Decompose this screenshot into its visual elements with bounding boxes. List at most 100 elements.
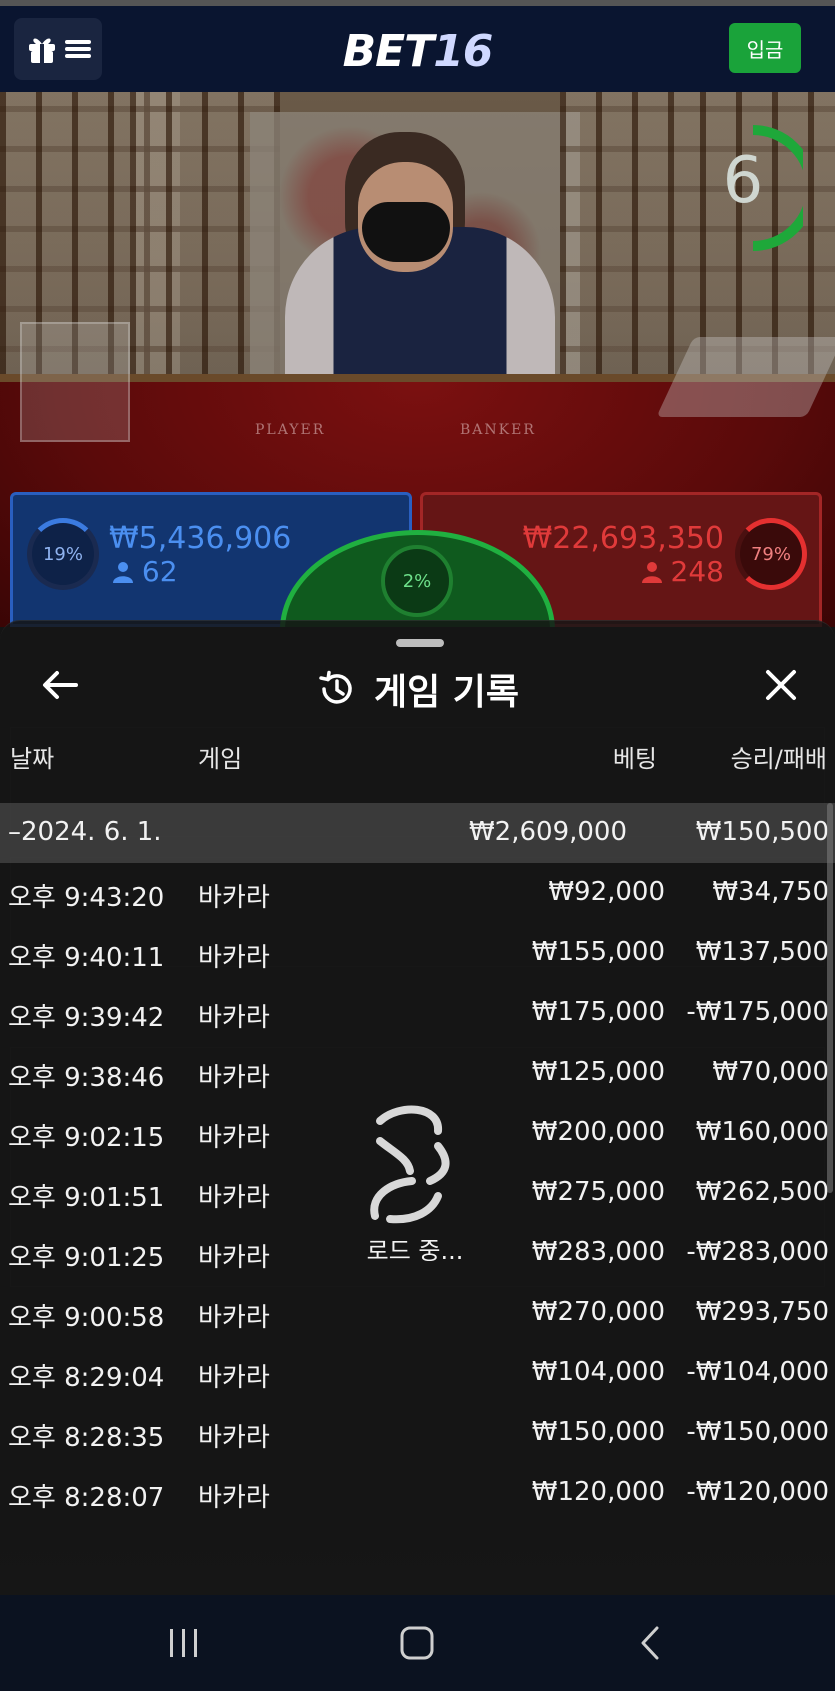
row-game: 바카라: [198, 1003, 270, 1033]
banker-count-value: 248: [670, 555, 724, 588]
row-bet: ₩275,000: [531, 1177, 665, 1207]
row-bet: ₩283,000: [531, 1237, 665, 1267]
row-bet: ₩270,000: [531, 1297, 665, 1327]
table-player-text: PLAYER: [255, 422, 326, 438]
row-result: ₩262,500: [695, 1177, 829, 1207]
banker-amount: ₩22,693,350: [522, 521, 724, 556]
table-row[interactable]: 오후 8:28:07 바카라 ₩120,000 -₩120,000: [0, 1463, 835, 1523]
row-result: ₩137,500: [695, 937, 829, 967]
system-nav-bar: [0, 1595, 835, 1691]
column-bet: 베팅: [612, 745, 657, 773]
row-time: 오후 9:01:25: [8, 1243, 165, 1273]
history-icon: [319, 670, 352, 704]
row-game: 바카라: [198, 1243, 270, 1273]
row-result: -₩283,000: [686, 1237, 829, 1267]
table-row[interactable]: 오후 9:00:58 바카라 ₩270,000 ₩293,750: [0, 1283, 835, 1343]
row-time: 오후 9:40:11: [8, 943, 165, 973]
home-button[interactable]: [387, 1621, 447, 1665]
table-row[interactable]: 오후 8:28:35 바카라 ₩150,000 -₩150,000: [0, 1403, 835, 1463]
recents-button[interactable]: [154, 1621, 214, 1665]
top-app-bar: BET16 입금: [0, 0, 835, 92]
row-bet: ₩200,000: [531, 1117, 665, 1147]
row-time: 오후 9:00:58: [8, 1303, 165, 1333]
player-percent: 19%: [27, 518, 99, 590]
row-bet: ₩104,000: [531, 1357, 665, 1387]
row-result: -₩104,000: [686, 1357, 829, 1387]
summary-bet: ₩2,609,000: [468, 817, 627, 847]
row-result: ₩34,750: [712, 877, 829, 907]
brand-logo[interactable]: BET16: [0, 26, 835, 77]
row-time: 오후 9:02:15: [8, 1123, 165, 1153]
row-result: -₩175,000: [686, 997, 829, 1027]
loading-text: 로드 중...: [366, 1237, 464, 1265]
row-bet: ₩175,000: [531, 997, 665, 1027]
player-amount: ₩5,436,906: [109, 521, 292, 556]
game-history-sheet: 게임 기록 날짜 게임 베팅 승리/패배 –2024. 6. 1. ₩2,609…: [0, 620, 835, 1595]
history-scrollbar[interactable]: [827, 803, 833, 1193]
row-time: 오후 8:28:35: [8, 1423, 165, 1453]
row-bet: ₩120,000: [531, 1477, 665, 1507]
close-icon: [766, 670, 796, 700]
row-game: 바카라: [198, 1423, 270, 1453]
timer-value: 6: [722, 144, 764, 218]
sheet-drag-handle[interactable]: [396, 639, 444, 647]
row-game: 바카라: [198, 1303, 270, 1333]
row-time: 오후 9:43:20: [8, 883, 165, 913]
history-table-header: 날짜 게임 베팅 승리/패배: [0, 721, 835, 781]
row-result: ₩160,000: [695, 1117, 829, 1147]
row-result: -₩120,000: [686, 1477, 829, 1507]
logo-text: BET: [342, 26, 435, 77]
row-bet: ₩125,000: [531, 1057, 665, 1087]
row-bet: ₩155,000: [531, 937, 665, 967]
dealer-mask: [362, 202, 450, 262]
row-bet: ₩92,000: [548, 877, 665, 907]
column-date: 날짜: [10, 745, 55, 773]
banker-count: 248: [641, 555, 724, 588]
countdown-timer: 6: [703, 122, 803, 252]
player-count-value: 62: [141, 555, 178, 588]
loading-indicator: 로드 중...: [340, 1101, 490, 1271]
row-game: 바카라: [198, 1063, 270, 1093]
row-game: 바카라: [198, 1123, 270, 1153]
sheet-title: 게임 기록: [373, 672, 519, 713]
row-game: 바카라: [198, 883, 270, 913]
user-icon: [113, 562, 133, 583]
card-holder: [20, 322, 130, 442]
table-row[interactable]: 오후 9:39:42 바카라 ₩175,000 -₩175,000: [0, 983, 835, 1043]
row-result: ₩70,000: [712, 1057, 829, 1087]
row-result: -₩150,000: [686, 1417, 829, 1447]
row-time: 오후 8:29:04: [8, 1363, 165, 1393]
column-result: 승리/패배: [730, 745, 827, 773]
deposit-button[interactable]: 입금: [729, 23, 801, 73]
row-time: 오후 8:28:07: [8, 1483, 165, 1513]
date-summary-row[interactable]: –2024. 6. 1. ₩2,609,000 ₩150,500: [0, 803, 835, 863]
table-row[interactable]: 오후 8:29:04 바카라 ₩104,000 -₩104,000: [0, 1343, 835, 1403]
banker-percent: 79%: [735, 518, 807, 590]
table-row[interactable]: 오후 9:38:46 바카라 ₩125,000 ₩70,000: [0, 1043, 835, 1103]
spinner-icon: [370, 1105, 450, 1224]
player-count: 62: [113, 555, 178, 588]
row-result: ₩293,750: [695, 1297, 829, 1327]
user-icon: [641, 562, 662, 583]
summary-result: ₩150,500: [695, 817, 829, 847]
close-button[interactable]: [757, 661, 805, 709]
home-icon: [400, 1626, 434, 1660]
recents-icon: [170, 1629, 197, 1657]
nav-back-icon: [641, 1626, 659, 1660]
summary-date: –2024. 6. 1.: [8, 817, 162, 847]
row-bet: ₩150,000: [531, 1417, 665, 1447]
table-banker-text: BANKER: [460, 422, 536, 438]
row-game: 바카라: [198, 1483, 270, 1513]
row-time: 오후 9:01:51: [8, 1183, 165, 1213]
tie-percent: 2%: [381, 545, 453, 617]
sheet-header: 게임 기록: [0, 663, 835, 715]
logo-number: 16: [433, 26, 493, 77]
row-game: 바카라: [198, 943, 270, 973]
row-game: 바카라: [198, 1363, 270, 1393]
row-time: 오후 9:39:42: [8, 1003, 165, 1033]
table-row[interactable]: 오후 9:40:11 바카라 ₩155,000 ₩137,500: [0, 923, 835, 983]
nav-back-button[interactable]: [620, 1621, 680, 1665]
column-game: 게임: [198, 745, 243, 773]
table-row[interactable]: 오후 9:43:20 바카라 ₩92,000 ₩34,750: [0, 863, 835, 923]
list-fade: [0, 1535, 835, 1595]
